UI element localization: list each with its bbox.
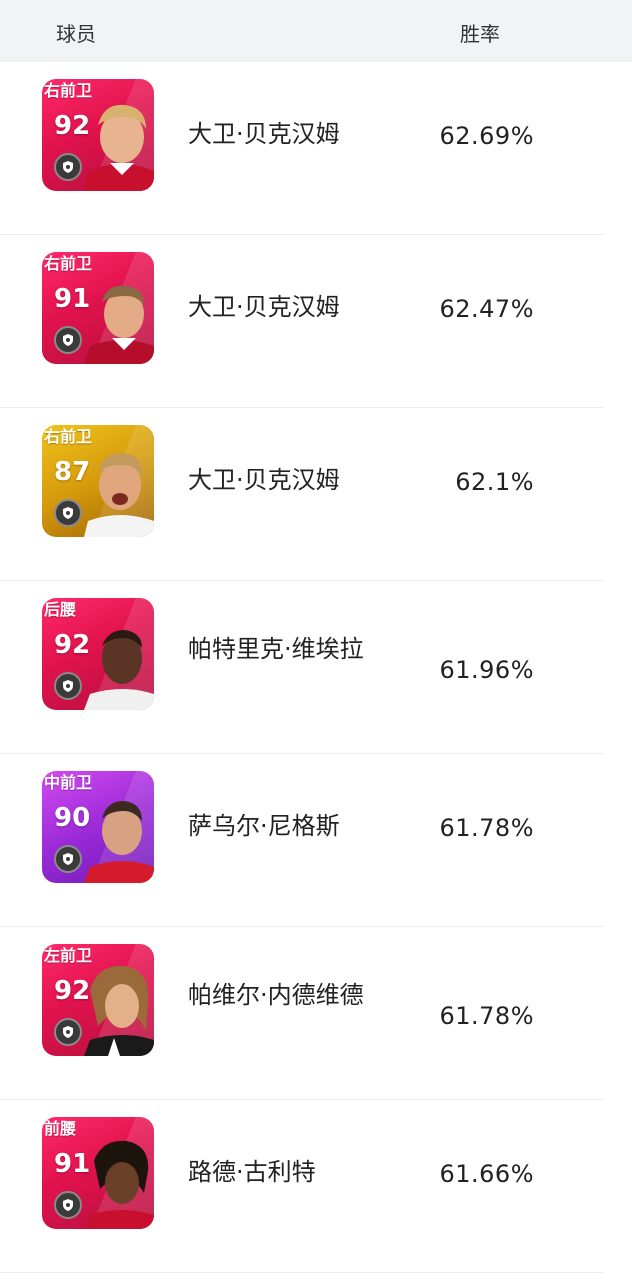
player-portrait <box>84 285 154 364</box>
player-portrait <box>84 453 154 537</box>
shield-icon <box>54 845 82 873</box>
rating-value: 91 <box>54 1149 91 1179</box>
position-label: 中前卫 <box>44 773 93 792</box>
rating-value: 87 <box>54 457 91 487</box>
shield-icon <box>54 672 82 700</box>
win-rate: 61.78% <box>439 1002 534 1030</box>
player-row[interactable]: 右前卫 87 大卫·贝克汉姆 62.1% <box>0 408 632 581</box>
player-row[interactable]: 后腰 92 帕特里克·维埃拉 61.96% <box>0 581 632 754</box>
player-card[interactable]: 右前卫 91 <box>42 252 154 364</box>
position-label: 前腰 <box>44 1119 77 1138</box>
player-card[interactable]: 前腰 91 <box>42 1117 154 1229</box>
win-rate-column-header[interactable]: 胜率 <box>460 18 500 47</box>
player-row[interactable]: 右前卫 92 大卫·贝克汉姆 62.69% <box>0 62 632 235</box>
player-name: 大卫·贝克汉姆 <box>188 293 340 321</box>
player-portrait <box>84 1140 154 1229</box>
rating-value: 92 <box>54 976 91 1006</box>
position-label: 右前卫 <box>44 254 93 273</box>
player-portrait <box>84 965 154 1056</box>
shield-icon <box>54 1191 82 1219</box>
position-label: 后腰 <box>44 600 77 619</box>
win-rate: 61.66% <box>439 1160 534 1188</box>
player-card[interactable]: 右前卫 92 <box>42 79 154 191</box>
player-card[interactable]: 右前卫 87 <box>42 425 154 537</box>
player-portrait <box>84 801 154 883</box>
win-rate: 61.96% <box>439 656 534 684</box>
rating-value: 92 <box>54 630 91 660</box>
player-card[interactable]: 中前卫 90 <box>42 771 154 883</box>
player-portrait <box>84 104 154 191</box>
win-rate: 61.78% <box>439 814 534 842</box>
position-label: 左前卫 <box>44 946 93 965</box>
player-name: 大卫·贝克汉姆 <box>188 120 340 148</box>
player-name: 路德·古利特 <box>188 1158 316 1186</box>
shield-icon <box>54 1018 82 1046</box>
player-column-header[interactable]: 球员 <box>56 18 96 47</box>
shield-icon <box>54 153 82 181</box>
player-card[interactable]: 后腰 92 <box>42 598 154 710</box>
player-name: 大卫·贝克汉姆 <box>188 466 340 494</box>
position-label: 右前卫 <box>44 81 93 100</box>
rating-value: 91 <box>54 284 91 314</box>
win-rate: 62.69% <box>439 122 534 150</box>
table-header: 球员 胜率 <box>0 0 632 62</box>
position-label: 右前卫 <box>44 427 93 446</box>
rating-value: 92 <box>54 111 91 141</box>
shield-icon <box>54 326 82 354</box>
player-name: 帕维尔·内德维德 <box>188 981 364 1009</box>
win-rate: 62.47% <box>439 295 534 323</box>
rating-value: 90 <box>54 803 91 833</box>
player-list: 右前卫 92 大卫·贝克汉姆 62.69% 右前卫 91 大卫·贝克汉姆 62.… <box>0 62 632 1273</box>
player-name: 萨乌尔·尼格斯 <box>188 812 340 840</box>
player-row[interactable]: 左前卫 92 帕维尔·内德维德 61.78% <box>0 927 632 1100</box>
shield-icon <box>54 499 82 527</box>
player-name: 帕特里克·维埃拉 <box>188 635 364 663</box>
player-row[interactable]: 中前卫 90 萨乌尔·尼格斯 61.78% <box>0 754 632 927</box>
player-row[interactable]: 前腰 91 路德·古利特 61.66% <box>0 1100 632 1273</box>
player-portrait <box>84 630 154 710</box>
win-rate: 62.1% <box>455 468 534 496</box>
player-row[interactable]: 右前卫 91 大卫·贝克汉姆 62.47% <box>0 235 632 408</box>
player-card[interactable]: 左前卫 92 <box>42 944 154 1056</box>
